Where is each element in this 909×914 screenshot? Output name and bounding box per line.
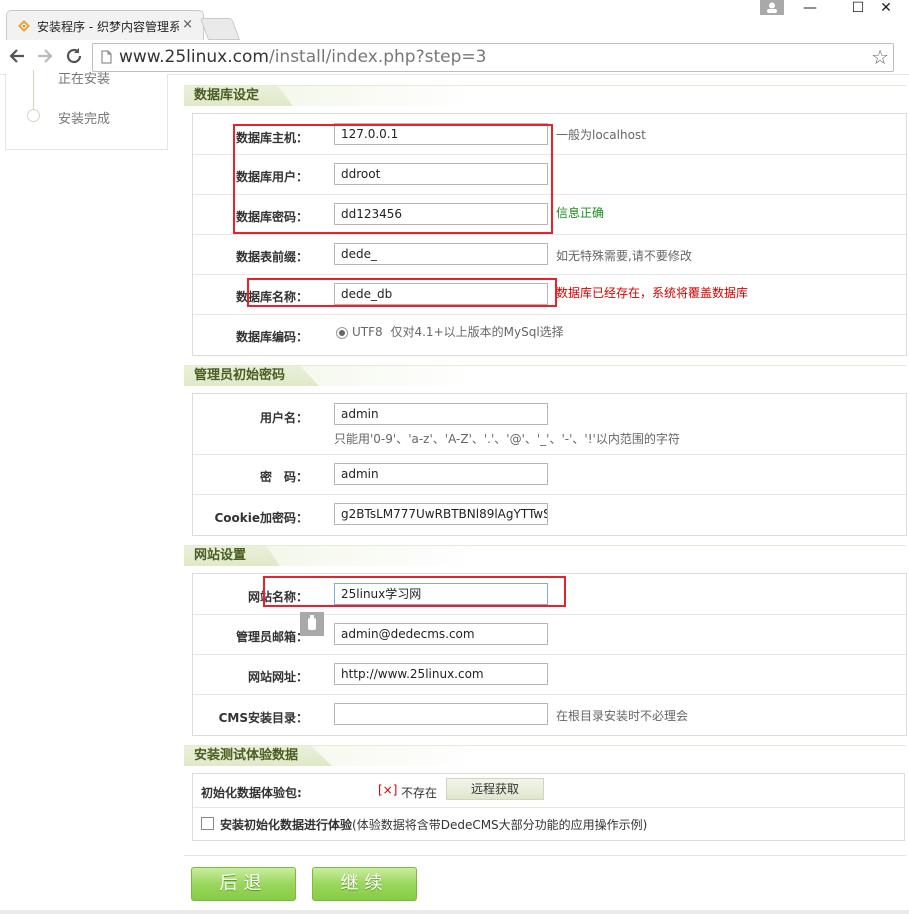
drag-handle-icon[interactable] xyxy=(300,612,324,636)
reload-icon[interactable] xyxy=(63,46,85,68)
site-name-label: 网站名称： xyxy=(247,590,308,604)
db-host-label: 数据库主机： xyxy=(235,131,308,145)
db-prefix-row: 数据表前缀： dede_ 如无特殊需要,请不要修改 xyxy=(193,234,906,275)
admin-user-input[interactable]: admin xyxy=(334,403,548,425)
site-section-title: 网站设置 xyxy=(184,546,281,566)
new-tab-button[interactable] xyxy=(199,18,241,40)
demo-install-row: 安装初始化数据进行体验(体验数据将含带DedeCMS大部分功能的应用操作示例) xyxy=(192,807,905,841)
cookie-key-input[interactable]: g2BTsLM777UwRBTBNl89lAgYTTwS xyxy=(334,503,548,525)
tab-close-icon[interactable]: × xyxy=(182,17,193,32)
db-user-row: 数据库用户： ddroot xyxy=(193,154,906,195)
site-url-input[interactable]: http://www.25linux.com xyxy=(334,663,548,685)
site-url-label: 网站网址： xyxy=(247,670,308,684)
db-password-status: 信息正确 xyxy=(556,206,605,220)
admin-user-label: 用户名： xyxy=(259,411,308,425)
close-window-icon[interactable]: ✕ xyxy=(866,0,906,16)
admin-email-label: 管理员邮箱： xyxy=(235,630,308,644)
site-name-input[interactable]: 25linux学习网 xyxy=(334,583,548,605)
admin-password-label: 密 码： xyxy=(259,470,308,484)
cms-dir-input[interactable] xyxy=(334,703,548,725)
db-charset-hint: 仅对4.1+以上版本的MySql选择 xyxy=(390,325,564,339)
admin-password-input[interactable]: admin xyxy=(334,463,548,485)
db-name-row: 数据库名称： dede_db 数据库已经存在，系统将覆盖数据库 xyxy=(193,274,906,315)
step-dot-icon xyxy=(27,109,40,122)
demo-package-label: 初始化数据体验包: xyxy=(201,786,302,800)
install-steps-panel: 正在安装 安装完成 xyxy=(5,70,168,150)
cookie-key-row: Cookie加密码： g2BTsLM777UwRBTBNl89lAgYTTwS xyxy=(193,494,906,535)
db-password-label: 数据库密码： xyxy=(235,210,308,224)
db-name-warning: 数据库已经存在，系统将覆盖数据库 xyxy=(556,286,749,300)
admin-settings-box: 用户名： admin 只能用'0-9'、'a-z'、'A-Z'、'.'、'@'、… xyxy=(192,393,907,536)
demo-section-header: 安装测试体验数据 xyxy=(184,745,906,766)
db-name-input[interactable]: dede_db xyxy=(334,283,548,305)
profile-icon[interactable] xyxy=(760,0,784,15)
cms-dir-hint: 在根目录安装时不必理会 xyxy=(556,709,689,723)
tab-title: 安装程序 - 织梦内容管理系 xyxy=(37,20,179,34)
db-host-hint: 一般为localhost xyxy=(556,128,646,142)
db-name-label: 数据库名称： xyxy=(235,290,308,304)
db-charset-row: 数据库编码： UTF8 仅对4.1+以上版本的MySql选择 xyxy=(193,314,906,354)
db-host-input[interactable]: 127.0.0.1 xyxy=(334,123,548,145)
cms-dir-label: CMS安装目录： xyxy=(218,711,308,725)
db-prefix-input[interactable]: dede_ xyxy=(334,243,548,265)
remote-fetch-button[interactable]: 远程获取 xyxy=(446,778,544,800)
forward-arrow-icon[interactable] xyxy=(34,46,56,68)
demo-settings-box: 初始化数据体验包: [×] 不存在 远程获取 安装初始化数据进行体验(体验数据将… xyxy=(192,773,905,841)
db-host-row: 数据库主机： 127.0.0.1 一般为localhost xyxy=(193,114,906,155)
db-password-row: 数据库密码： dd123456 信息正确 xyxy=(193,194,906,235)
step-complete: 安装完成 xyxy=(58,112,111,127)
demo-package-status: 不存在 xyxy=(401,786,438,800)
admin-user-row: 用户名： admin 只能用'0-9'、'a-z'、'A-Z'、'.'、'@'、… xyxy=(193,394,906,455)
db-settings-box: 数据库主机： 127.0.0.1 一般为localhost 数据库用户： ddr… xyxy=(192,113,907,356)
site-url-row: 网站网址： http://www.25linux.com xyxy=(193,654,906,695)
step-installing: 正在安装 xyxy=(58,72,111,87)
step-connector xyxy=(33,70,34,110)
demo-section-title: 安装测试体验数据 xyxy=(184,746,333,766)
url-text: www.25linux.com/install/index.php?step=3 xyxy=(119,47,487,67)
window-bottom-edge xyxy=(0,910,909,914)
back-button[interactable]: 后退 xyxy=(191,867,296,901)
address-bar[interactable]: www.25linux.com/install/index.php?step=3… xyxy=(92,43,894,72)
site-section-header: 网站设置 xyxy=(184,545,906,566)
db-charset-option[interactable]: UTF8 仅对4.1+以上版本的MySql选择 xyxy=(336,323,564,340)
db-prefix-hint: 如无特殊需要,请不要修改 xyxy=(556,249,692,263)
dedecms-favicon-icon xyxy=(18,20,30,32)
demo-package-row: 初始化数据体验包: [×] 不存在 远程获取 xyxy=(192,774,905,808)
site-settings-box: 网站名称： 25linux学习网 管理员邮箱： admin@dedecms.co… xyxy=(192,573,907,736)
install-demo-checkbox[interactable] xyxy=(201,817,214,830)
footer-divider xyxy=(184,855,906,856)
browser-tabbar: 安装程序 - 织梦内容管理系 × — ☐ ✕ xyxy=(0,0,909,41)
db-password-input[interactable]: dd123456 xyxy=(334,203,548,225)
minimize-icon[interactable]: — xyxy=(790,0,830,16)
radio-selected-icon[interactable] xyxy=(336,326,348,339)
site-name-row: 网站名称： 25linux学习网 xyxy=(193,574,906,615)
browser-tab[interactable]: 安装程序 - 织梦内容管理系 × xyxy=(6,10,204,41)
db-section-title: 数据库设定 xyxy=(184,86,294,106)
db-prefix-label: 数据表前缀： xyxy=(235,250,308,264)
install-demo-text: 安装初始化数据进行体验(体验数据将含带DedeCMS大部分功能的应用操作示例) xyxy=(220,818,648,832)
page-icon xyxy=(101,50,112,64)
admin-section-header: 管理员初始密码 xyxy=(184,365,906,386)
admin-section-title: 管理员初始密码 xyxy=(184,366,320,386)
continue-button[interactable]: 继续 xyxy=(312,867,417,901)
cms-dir-row: CMS安装目录： 在根目录安装时不必理会 xyxy=(193,694,906,735)
admin-password-row: 密 码： admin xyxy=(193,454,906,495)
back-arrow-icon[interactable] xyxy=(6,46,28,68)
browser-toolbar: www.25linux.com/install/index.php?step=3… xyxy=(0,40,909,75)
status-x-icon: [×] xyxy=(378,783,398,797)
admin-email-input[interactable]: admin@dedecms.com xyxy=(334,623,548,645)
db-user-input[interactable]: ddroot xyxy=(334,163,548,185)
db-section-header: 数据库设定 xyxy=(184,85,906,106)
cookie-key-label: Cookie加密码： xyxy=(214,511,308,525)
admin-user-hint: 只能用'0-9'、'a-z'、'A-Z'、'.'、'@'、'_'、'-'、'!'… xyxy=(334,432,680,446)
db-user-label: 数据库用户： xyxy=(235,170,308,184)
db-charset-label: 数据库编码： xyxy=(235,330,308,344)
bookmark-star-icon[interactable]: ☆ xyxy=(871,45,889,69)
